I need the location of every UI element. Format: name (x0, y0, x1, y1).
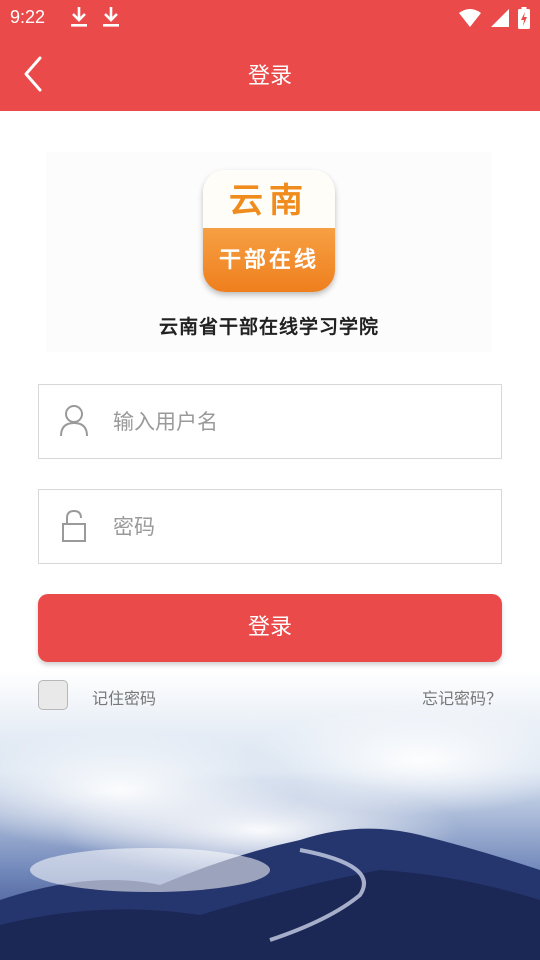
username-field[interactable] (38, 384, 502, 459)
status-bar: 9:22 (0, 0, 540, 36)
logo-bottom-text: 干部在线 (203, 228, 335, 292)
app-bar: 登录 (0, 36, 540, 111)
status-time: 9:22 (10, 7, 46, 27)
page-title: 登录 (247, 64, 292, 89)
background-scenery (0, 670, 540, 960)
username-input[interactable] (113, 385, 493, 458)
signal-icon (491, 9, 509, 27)
app-logo: 云南 干部在线 (203, 170, 335, 292)
logo-caption: 云南省干部在线学习学院 (158, 316, 379, 338)
download-icon (71, 7, 87, 27)
logo-top-text: 云南 (203, 170, 335, 228)
password-input[interactable] (113, 490, 493, 563)
system-icons (458, 7, 530, 29)
remember-checkbox[interactable] (38, 680, 68, 710)
remember-row: 记住密码 忘记密码？ (38, 680, 502, 712)
lock-icon (62, 509, 86, 542)
logo-banner: 云南 干部在线 云南省干部在线学习学院 (46, 152, 492, 352)
remember-label[interactable]: 记住密码 (92, 685, 156, 709)
download-icon (103, 7, 119, 27)
forgot-password-link[interactable]: 忘记密码？ (422, 685, 502, 709)
password-field[interactable] (38, 489, 502, 564)
battery-icon (518, 7, 530, 29)
login-button[interactable]: 登录 (38, 594, 502, 662)
wifi-icon (459, 9, 481, 27)
user-icon (60, 405, 88, 437)
